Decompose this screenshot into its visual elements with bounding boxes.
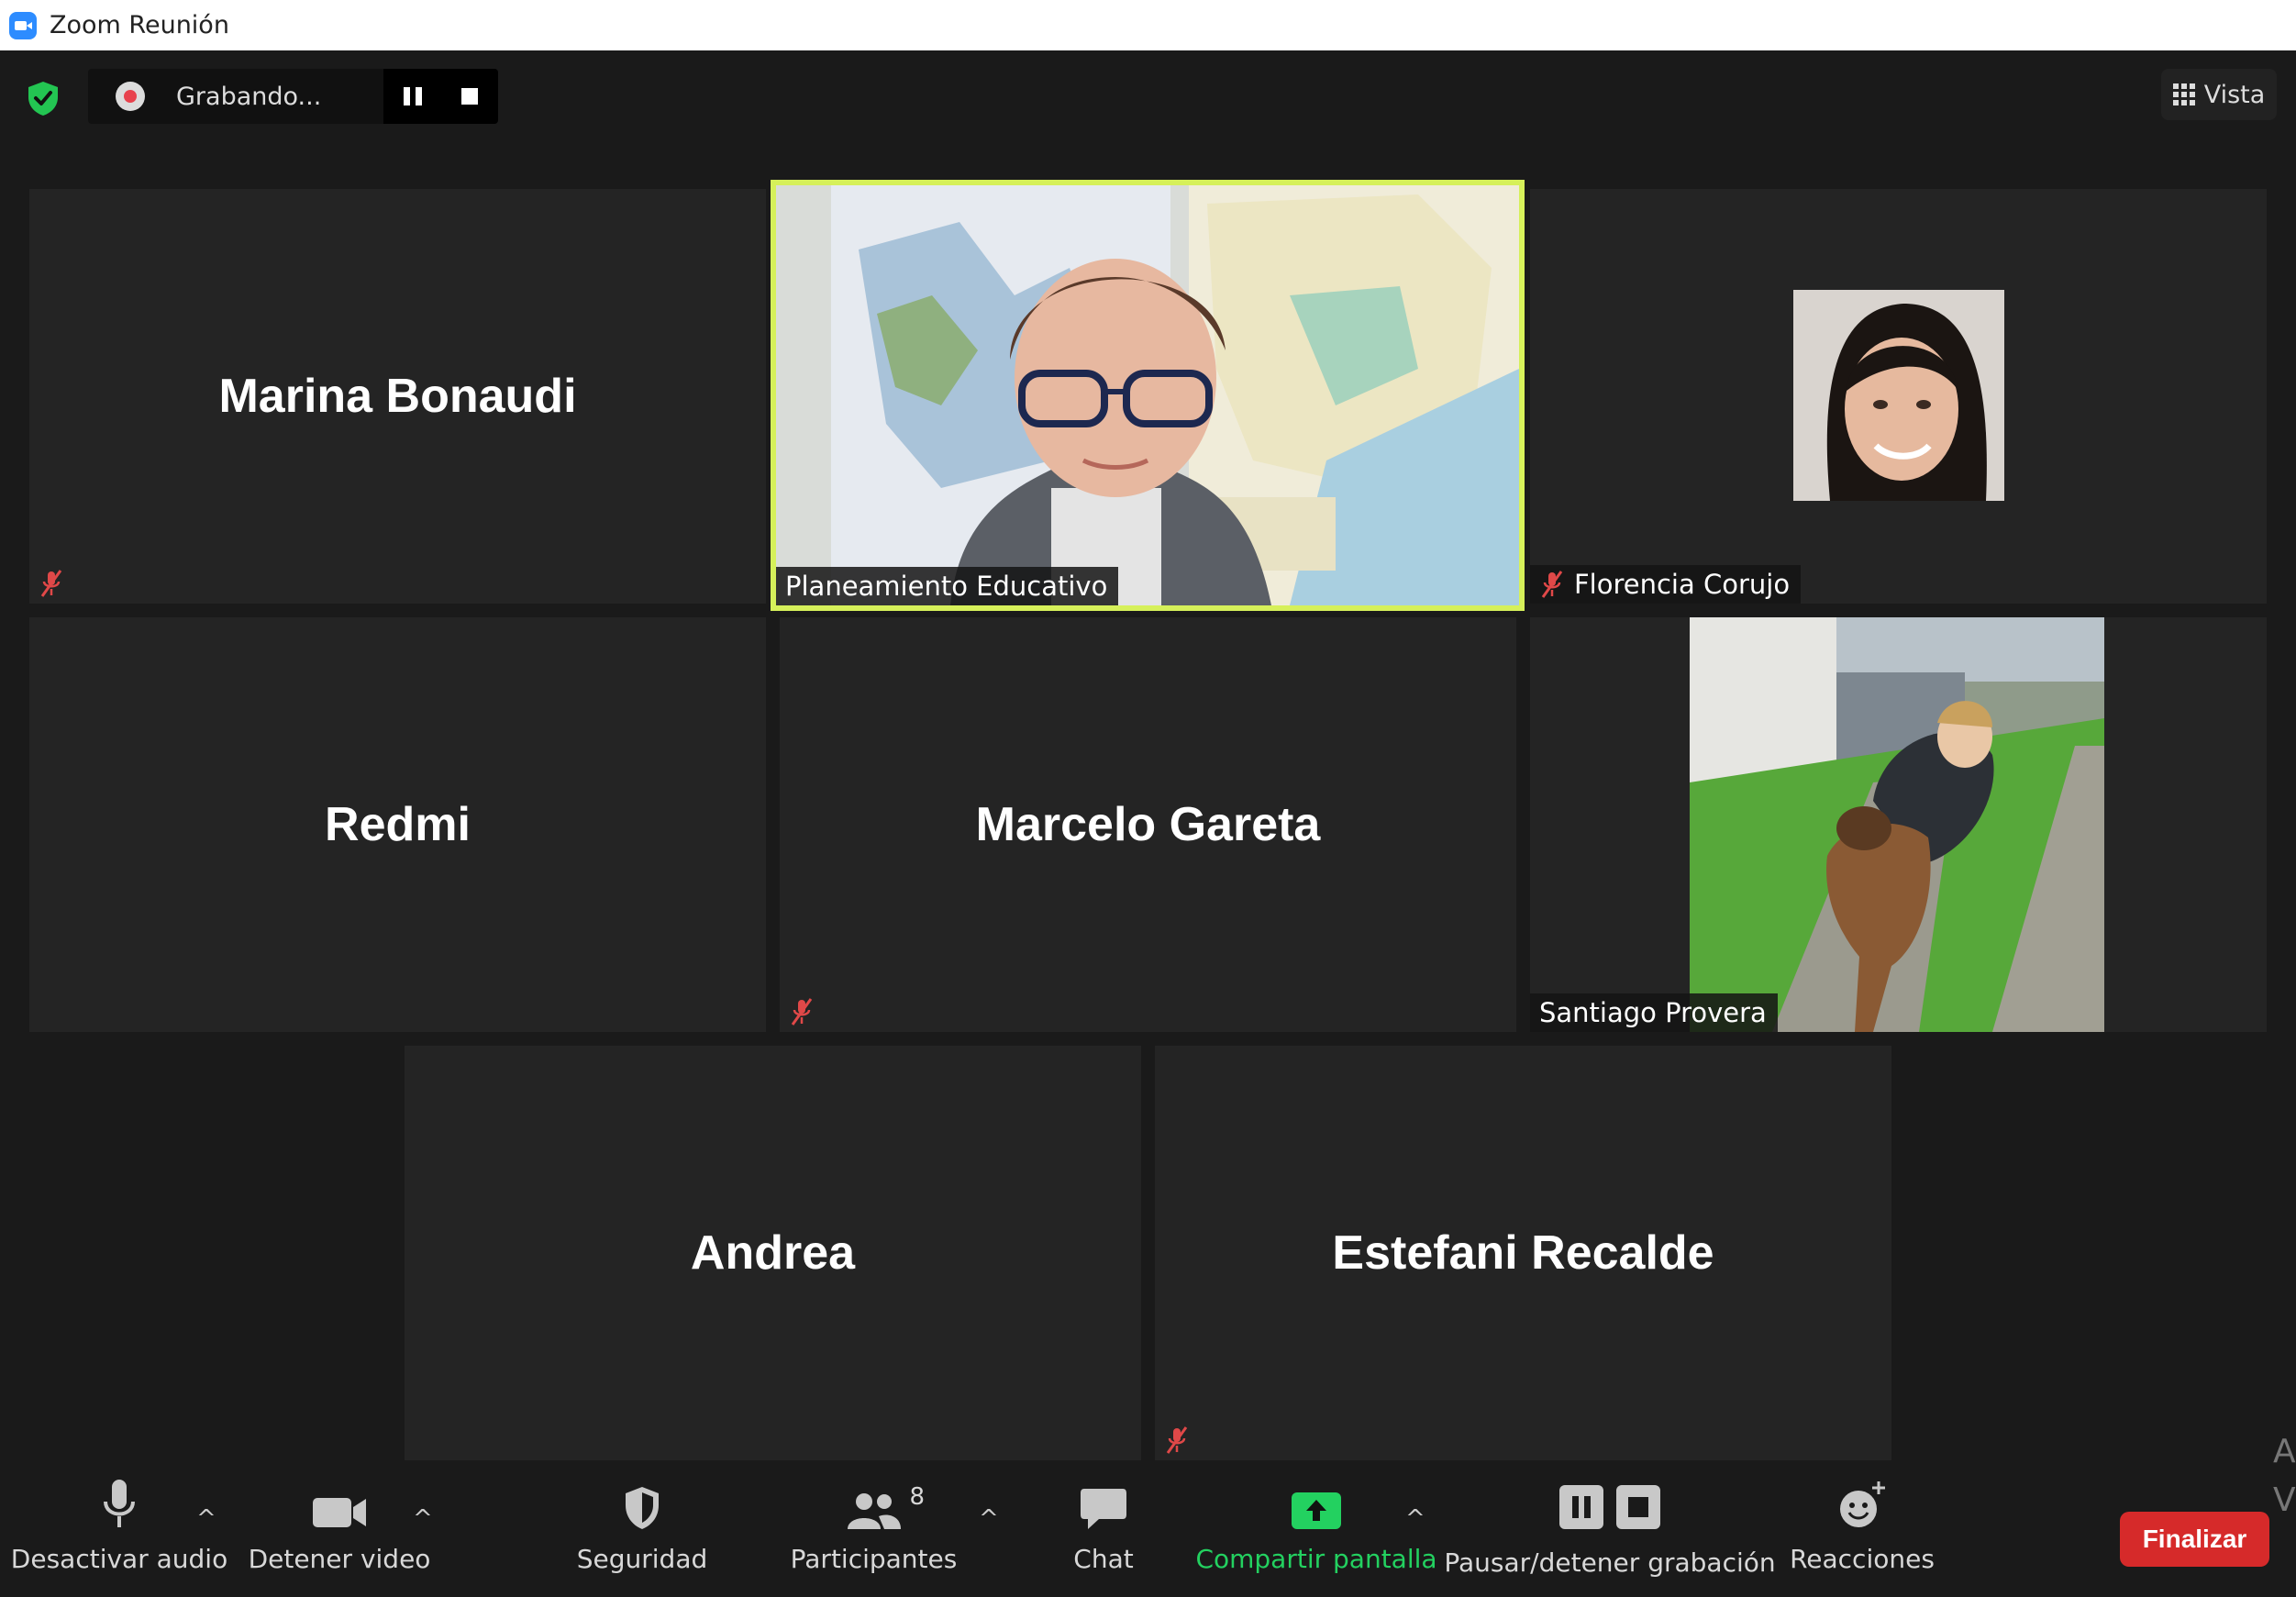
participant-name: Andrea (690, 1226, 856, 1280)
security-button[interactable]: Seguridad (560, 1463, 725, 1597)
security-label: Seguridad (576, 1544, 708, 1574)
window-title: Zoom Reunión (50, 11, 229, 39)
recording-controls-label: Pausar/detener grabación (1444, 1547, 1776, 1578)
share-screen-button[interactable]: Compartir pantalla (1195, 1463, 1437, 1597)
record-dot-icon (116, 82, 145, 111)
audio-options-caret[interactable]: ^ (196, 1505, 216, 1533)
participant-profile-photo (1793, 290, 2004, 501)
audio-label: Desactivar audio (10, 1544, 228, 1574)
participant-name: Redmi (325, 798, 471, 851)
participants-options-caret[interactable]: ^ (979, 1505, 999, 1533)
video-label: Detener video (248, 1544, 431, 1574)
participants-icon (847, 1493, 901, 1529)
microphone-icon (104, 1480, 135, 1527)
participant-tile[interactable]: Florencia Corujo (1530, 189, 2267, 604)
end-meeting-button[interactable]: Finalizar (2120, 1512, 2269, 1567)
pause-recording-button[interactable] (403, 87, 422, 105)
participant-video (776, 185, 1519, 605)
participants-label: Participantes (790, 1544, 958, 1574)
participant-profile-photo (1690, 617, 2104, 1032)
chat-bubble-icon (1081, 1489, 1126, 1529)
muted-mic-icon (791, 998, 813, 1026)
participant-tile[interactable]: Marina Bonaudi (29, 189, 766, 604)
participant-name: Florencia Corujo (1574, 569, 1791, 600)
view-label: Vista (2203, 80, 2266, 109)
participant-name: Planeamiento Educativo (785, 571, 1108, 602)
view-button[interactable]: Vista (2161, 69, 2277, 120)
chat-button[interactable]: Chat (1064, 1463, 1143, 1597)
pause-stop-recording-button[interactable]: Pausar/detener grabación (1444, 1463, 1776, 1597)
pause-icon (1559, 1485, 1603, 1529)
participant-tile[interactable]: Marcelo Gareta (780, 617, 1516, 1032)
share-options-caret[interactable]: ^ (1405, 1505, 1425, 1533)
stop-icon (1616, 1485, 1660, 1529)
window-title-bar: Zoom Reunión (0, 0, 2296, 50)
participant-name-tag: Planeamiento Educativo (776, 567, 1119, 605)
participant-name: Santiago Provera (1539, 997, 1767, 1028)
participant-tile[interactable]: Redmi (29, 617, 766, 1032)
recording-indicator: Grabando... (88, 69, 498, 124)
participant-tile-active-speaker[interactable]: Planeamiento Educativo (771, 180, 1525, 611)
participant-name-tag: Santiago Provera (1530, 993, 1778, 1032)
edge-glyph-bottom: V (2273, 1481, 2296, 1519)
participant-tile[interactable]: Andrea (405, 1046, 1141, 1460)
share-screen-icon (1292, 1492, 1341, 1529)
video-camera-icon (313, 1498, 366, 1527)
muted-mic-icon (40, 570, 62, 597)
share-label: Compartir pantalla (1195, 1544, 1437, 1574)
recording-status: Grabando... (176, 82, 322, 111)
video-options-caret[interactable]: ^ (413, 1505, 433, 1533)
participant-name: Marcelo Gareta (975, 798, 1321, 851)
muted-mic-icon (1166, 1426, 1188, 1454)
reactions-smiley-icon (1840, 1481, 1885, 1527)
edge-glyph-top: A (2273, 1433, 2296, 1470)
chat-label: Chat (1073, 1544, 1134, 1574)
grid-icon (2172, 83, 2195, 105)
participant-name: Estefani Recalde (1332, 1226, 1714, 1280)
participant-tile[interactable]: Santiago Provera (1530, 617, 2267, 1032)
stop-recording-button[interactable] (461, 88, 479, 105)
recording-controls (383, 69, 498, 124)
mute-audio-button[interactable]: Desactivar audio (10, 1463, 228, 1597)
security-shield-icon (626, 1487, 659, 1529)
meeting-toolbar: Desactivar audio ^ Detener video ^ Segur… (0, 1463, 2296, 1597)
participant-tile[interactable]: Estefani Recalde (1155, 1046, 1891, 1460)
participants-button[interactable]: 8 Participantes (789, 1463, 959, 1597)
participant-name-tag: Florencia Corujo (1530, 565, 1802, 604)
stop-video-button[interactable]: Detener video (248, 1463, 431, 1597)
zoom-logo-icon (9, 11, 37, 39)
participant-name: Marina Bonaudi (218, 370, 577, 423)
participants-count: 8 (909, 1483, 926, 1511)
reactions-button[interactable]: Reacciones (1789, 1463, 1936, 1597)
muted-mic-icon (1541, 571, 1563, 598)
encryption-shield-icon[interactable] (24, 79, 62, 117)
reactions-label: Reacciones (1790, 1544, 1935, 1574)
